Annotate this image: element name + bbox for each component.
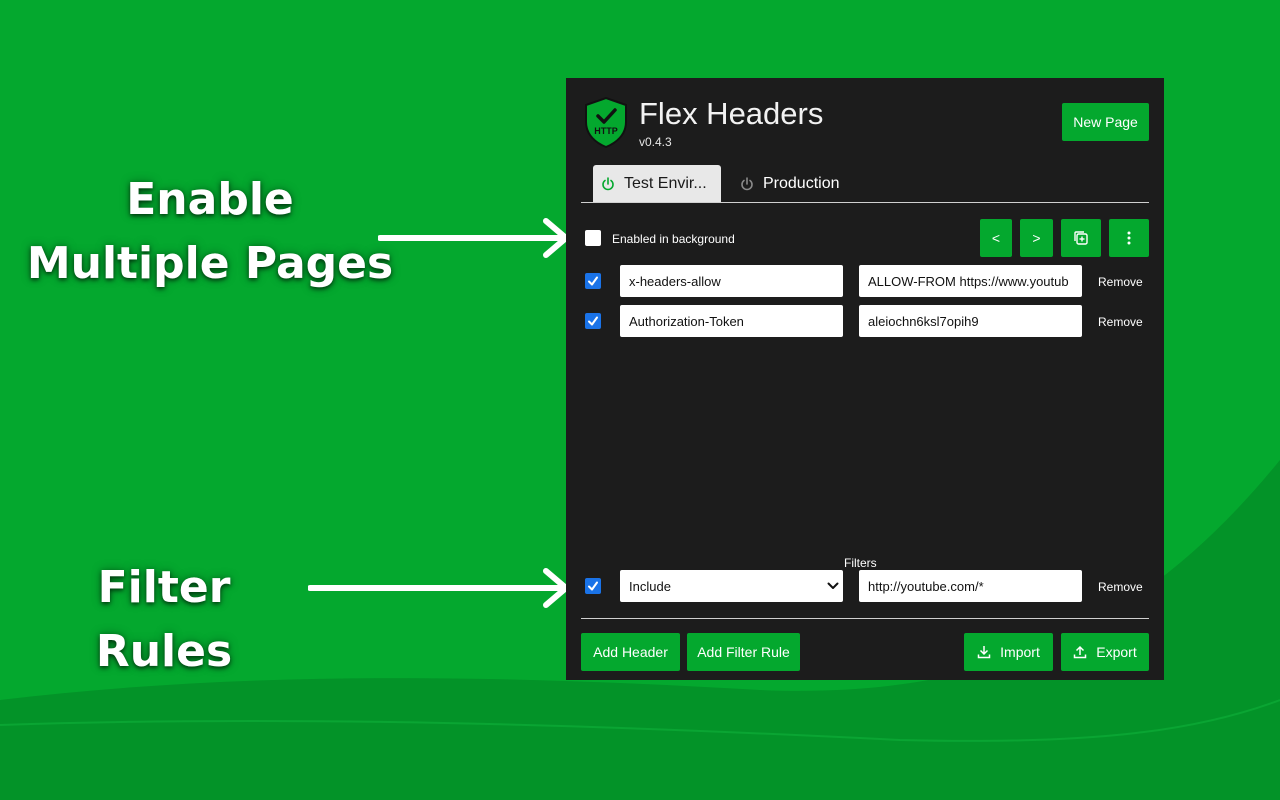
tabs-divider	[581, 202, 1149, 203]
filter-pattern-input[interactable]: http://youtube.com/*	[859, 570, 1082, 602]
checkmark-icon	[588, 276, 598, 286]
checkmark-icon	[588, 581, 598, 591]
export-label: Export	[1096, 644, 1137, 660]
more-options-button[interactable]	[1109, 219, 1149, 257]
filter-type-value: Include	[629, 578, 671, 594]
upload-icon	[1074, 645, 1087, 659]
shield-check-http-icon: HTTP	[585, 96, 627, 148]
copy-add-icon	[1074, 231, 1088, 245]
new-page-button[interactable]: New Page	[1062, 103, 1149, 141]
power-icon	[741, 176, 753, 190]
enabled-in-background-checkbox[interactable]	[585, 230, 601, 246]
more-vert-icon	[1127, 231, 1131, 245]
filter-type-select[interactable]: Include	[620, 570, 843, 602]
filters-section-label: Filters	[844, 556, 877, 570]
arrow-right-icon	[378, 218, 569, 258]
power-icon	[602, 176, 614, 190]
previous-page-button[interactable]: <	[980, 219, 1012, 257]
remove-filter-button[interactable]: Remove	[1098, 580, 1143, 594]
app-version: v0.4.3	[639, 135, 672, 149]
filter-enabled-checkbox[interactable]	[585, 578, 601, 594]
remove-header-button[interactable]: Remove	[1098, 275, 1143, 289]
callout-filter-rules: Filter Rules	[95, 562, 233, 677]
remove-header-button[interactable]: Remove	[1098, 315, 1143, 329]
header-name-input[interactable]: x-headers-allow	[620, 265, 843, 297]
footer-divider	[581, 618, 1149, 619]
add-filter-rule-button[interactable]: Add Filter Rule	[687, 633, 800, 671]
header-value-input[interactable]: ALLOW-FROM https://www.youtub	[859, 265, 1082, 297]
import-button[interactable]: Import	[964, 633, 1053, 671]
flex-headers-popup: HTTP Flex Headers v0.4.3 New Page Test E…	[566, 78, 1164, 680]
tab-label: Production	[763, 174, 840, 192]
callout-enable-multiple-pages: Enable Multiple Pages	[26, 174, 394, 289]
enabled-in-background-label: Enabled in background	[612, 232, 735, 246]
add-header-button[interactable]: Add Header	[581, 633, 680, 671]
export-button[interactable]: Export	[1061, 633, 1149, 671]
download-icon	[977, 646, 991, 659]
next-page-button[interactable]: >	[1020, 219, 1053, 257]
tab-label: Test Envir...	[624, 174, 707, 192]
header-enabled-checkbox[interactable]	[585, 273, 601, 289]
tab-test-environment[interactable]: Test Envir...	[593, 165, 721, 202]
chevron-down-icon	[827, 582, 839, 589]
import-label: Import	[1000, 644, 1040, 660]
svg-text:HTTP: HTTP	[594, 126, 618, 136]
header-enabled-checkbox[interactable]	[585, 313, 601, 329]
arrow-right-icon	[308, 568, 569, 608]
app-title: Flex Headers	[639, 96, 824, 131]
header-name-input[interactable]: Authorization-Token	[620, 305, 843, 337]
checkmark-icon	[588, 316, 598, 326]
tab-production[interactable]: Production	[732, 165, 862, 202]
copy-page-button[interactable]	[1061, 219, 1101, 257]
header-value-input[interactable]: aleiochn6ksl7opih9	[859, 305, 1082, 337]
